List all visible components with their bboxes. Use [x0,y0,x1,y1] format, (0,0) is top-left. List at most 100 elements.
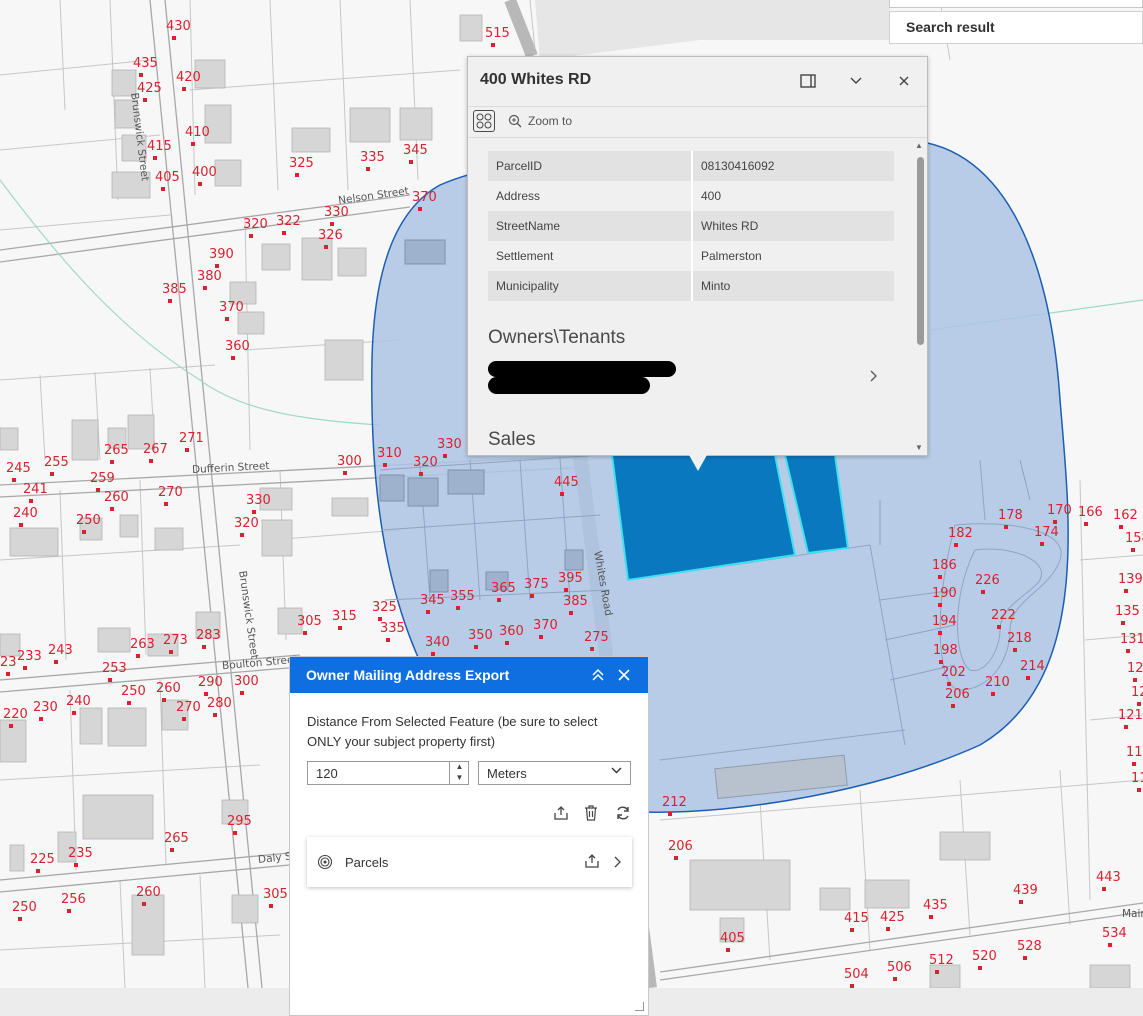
parcels-layer-card[interactable]: Parcels [307,837,632,887]
dock-icon[interactable] [796,69,820,93]
address-number-label: 305 [297,614,322,629]
address-number-label: 121 [1118,708,1143,723]
address-number-label: 194 [932,614,957,629]
address-point-marker [96,488,100,492]
address-number-label: 220 [3,707,28,722]
address-number-label: 370 [533,618,558,633]
address-number-label: 330 [246,493,271,508]
export-icon[interactable] [551,803,571,823]
popup-toolbar: Zoom to [468,106,927,138]
address-number-label: 127 [1127,661,1143,676]
address-number-label: 325 [372,600,397,615]
address-number-label: 415 [844,911,869,926]
address-point-marker [12,478,16,482]
search-result-label[interactable]: Search result [889,11,1143,44]
address-number-label: 305 [263,887,288,902]
address-point-marker [409,160,413,164]
address-point-marker [240,533,244,537]
address-number-label: 405 [720,931,745,946]
address-point-marker [366,167,370,171]
address-number-label: 250 [12,900,37,915]
collapse-icon[interactable] [586,663,610,687]
address-number-label: 170 [1047,503,1072,518]
address-point-marker [1026,676,1030,680]
actions-grid-icon[interactable] [473,110,495,132]
address-number-label: 243 [48,643,73,658]
chevron-right-icon[interactable] [870,369,878,385]
scrollbar-thumb[interactable] [917,157,924,345]
address-number-label: 23 [0,655,17,670]
widget-header: Owner Mailing Address Export [290,657,648,693]
address-number-label: 410 [185,125,210,140]
owners-tenants-heading: Owners\Tenants [488,327,626,348]
close-icon[interactable] [892,69,916,93]
distance-stepper[interactable]: ▲ ▼ [449,761,469,785]
address-point-marker [324,245,328,249]
address-number-label: 380 [197,269,222,284]
attribute-value: Whites RD [692,211,894,241]
address-point-marker [1013,648,1017,652]
address-point-marker [419,472,423,476]
address-point-marker [947,682,951,686]
address-number-label: 415 [147,139,172,154]
distance-input[interactable] [307,761,469,785]
address-point-marker [1124,589,1128,593]
attribute-value: 400 [701,189,722,203]
refresh-icon[interactable] [613,803,633,823]
redacted-owner-line [488,361,676,377]
address-point-marker [1137,702,1141,706]
export-icon[interactable] [584,853,600,874]
address-number-label: 245 [6,461,31,476]
address-number-label: 310 [377,446,402,461]
zoom-to-button[interactable]: Zoom to [508,114,572,128]
resize-handle[interactable] [635,1002,644,1011]
address-point-marker [213,713,217,717]
street-label: Main [1122,908,1143,920]
address-number-label: 280 [207,696,232,711]
address-point-marker [19,523,23,527]
chevron-down-icon[interactable] [844,69,868,93]
address-number-label: 267 [143,442,168,457]
address-point-marker [1119,525,1123,529]
address-point-marker [185,448,189,452]
address-point-marker [981,590,985,594]
address-point-marker [938,603,942,607]
address-number-label: 283 [196,628,221,643]
address-number-label: 320 [234,516,259,531]
close-icon[interactable] [612,663,636,687]
search-box[interactable] [889,0,1143,8]
address-point-marker [172,36,176,40]
attribute-value: 08130416092 [692,151,894,181]
scroll-down-icon[interactable]: ▼ [915,443,923,452]
address-number-label: 300 [337,454,362,469]
address-number-label: 235 [68,846,93,861]
address-number-label: 439 [1013,883,1038,898]
address-number-label: 326 [318,228,343,243]
address-number-label: 230 [33,700,58,715]
address-point-marker [1004,525,1008,529]
address-point-marker [951,704,955,708]
unit-select[interactable]: Meters [478,761,631,785]
address-number-label: 425 [137,81,162,96]
address-point-marker [54,660,58,664]
feature-popup: 400 Whites RD Zoom to ParcelID 0813041609… [467,56,928,471]
address-point-marker [726,948,730,952]
address-number-label: 131 [1120,632,1143,647]
address-number-label: 265 [104,443,129,458]
address-number-label: 370 [412,190,437,205]
address-number-label: 365 [491,581,516,596]
address-number-label: 174 [1034,525,1059,540]
address-number-label: 273 [163,633,188,648]
address-number-label: 315 [332,609,357,624]
address-point-marker [939,660,943,664]
scroll-up-icon[interactable]: ▲ [915,141,923,150]
address-number-label: 206 [668,839,693,854]
address-number-label: 385 [563,594,588,609]
address-point-marker [127,701,131,705]
chevron-right-icon[interactable] [614,855,622,873]
sales-heading: Sales [488,429,536,450]
address-number-label: 345 [420,593,445,608]
address-point-marker [202,645,206,649]
trash-icon[interactable] [581,803,601,823]
address-number-label: 405 [155,170,180,185]
